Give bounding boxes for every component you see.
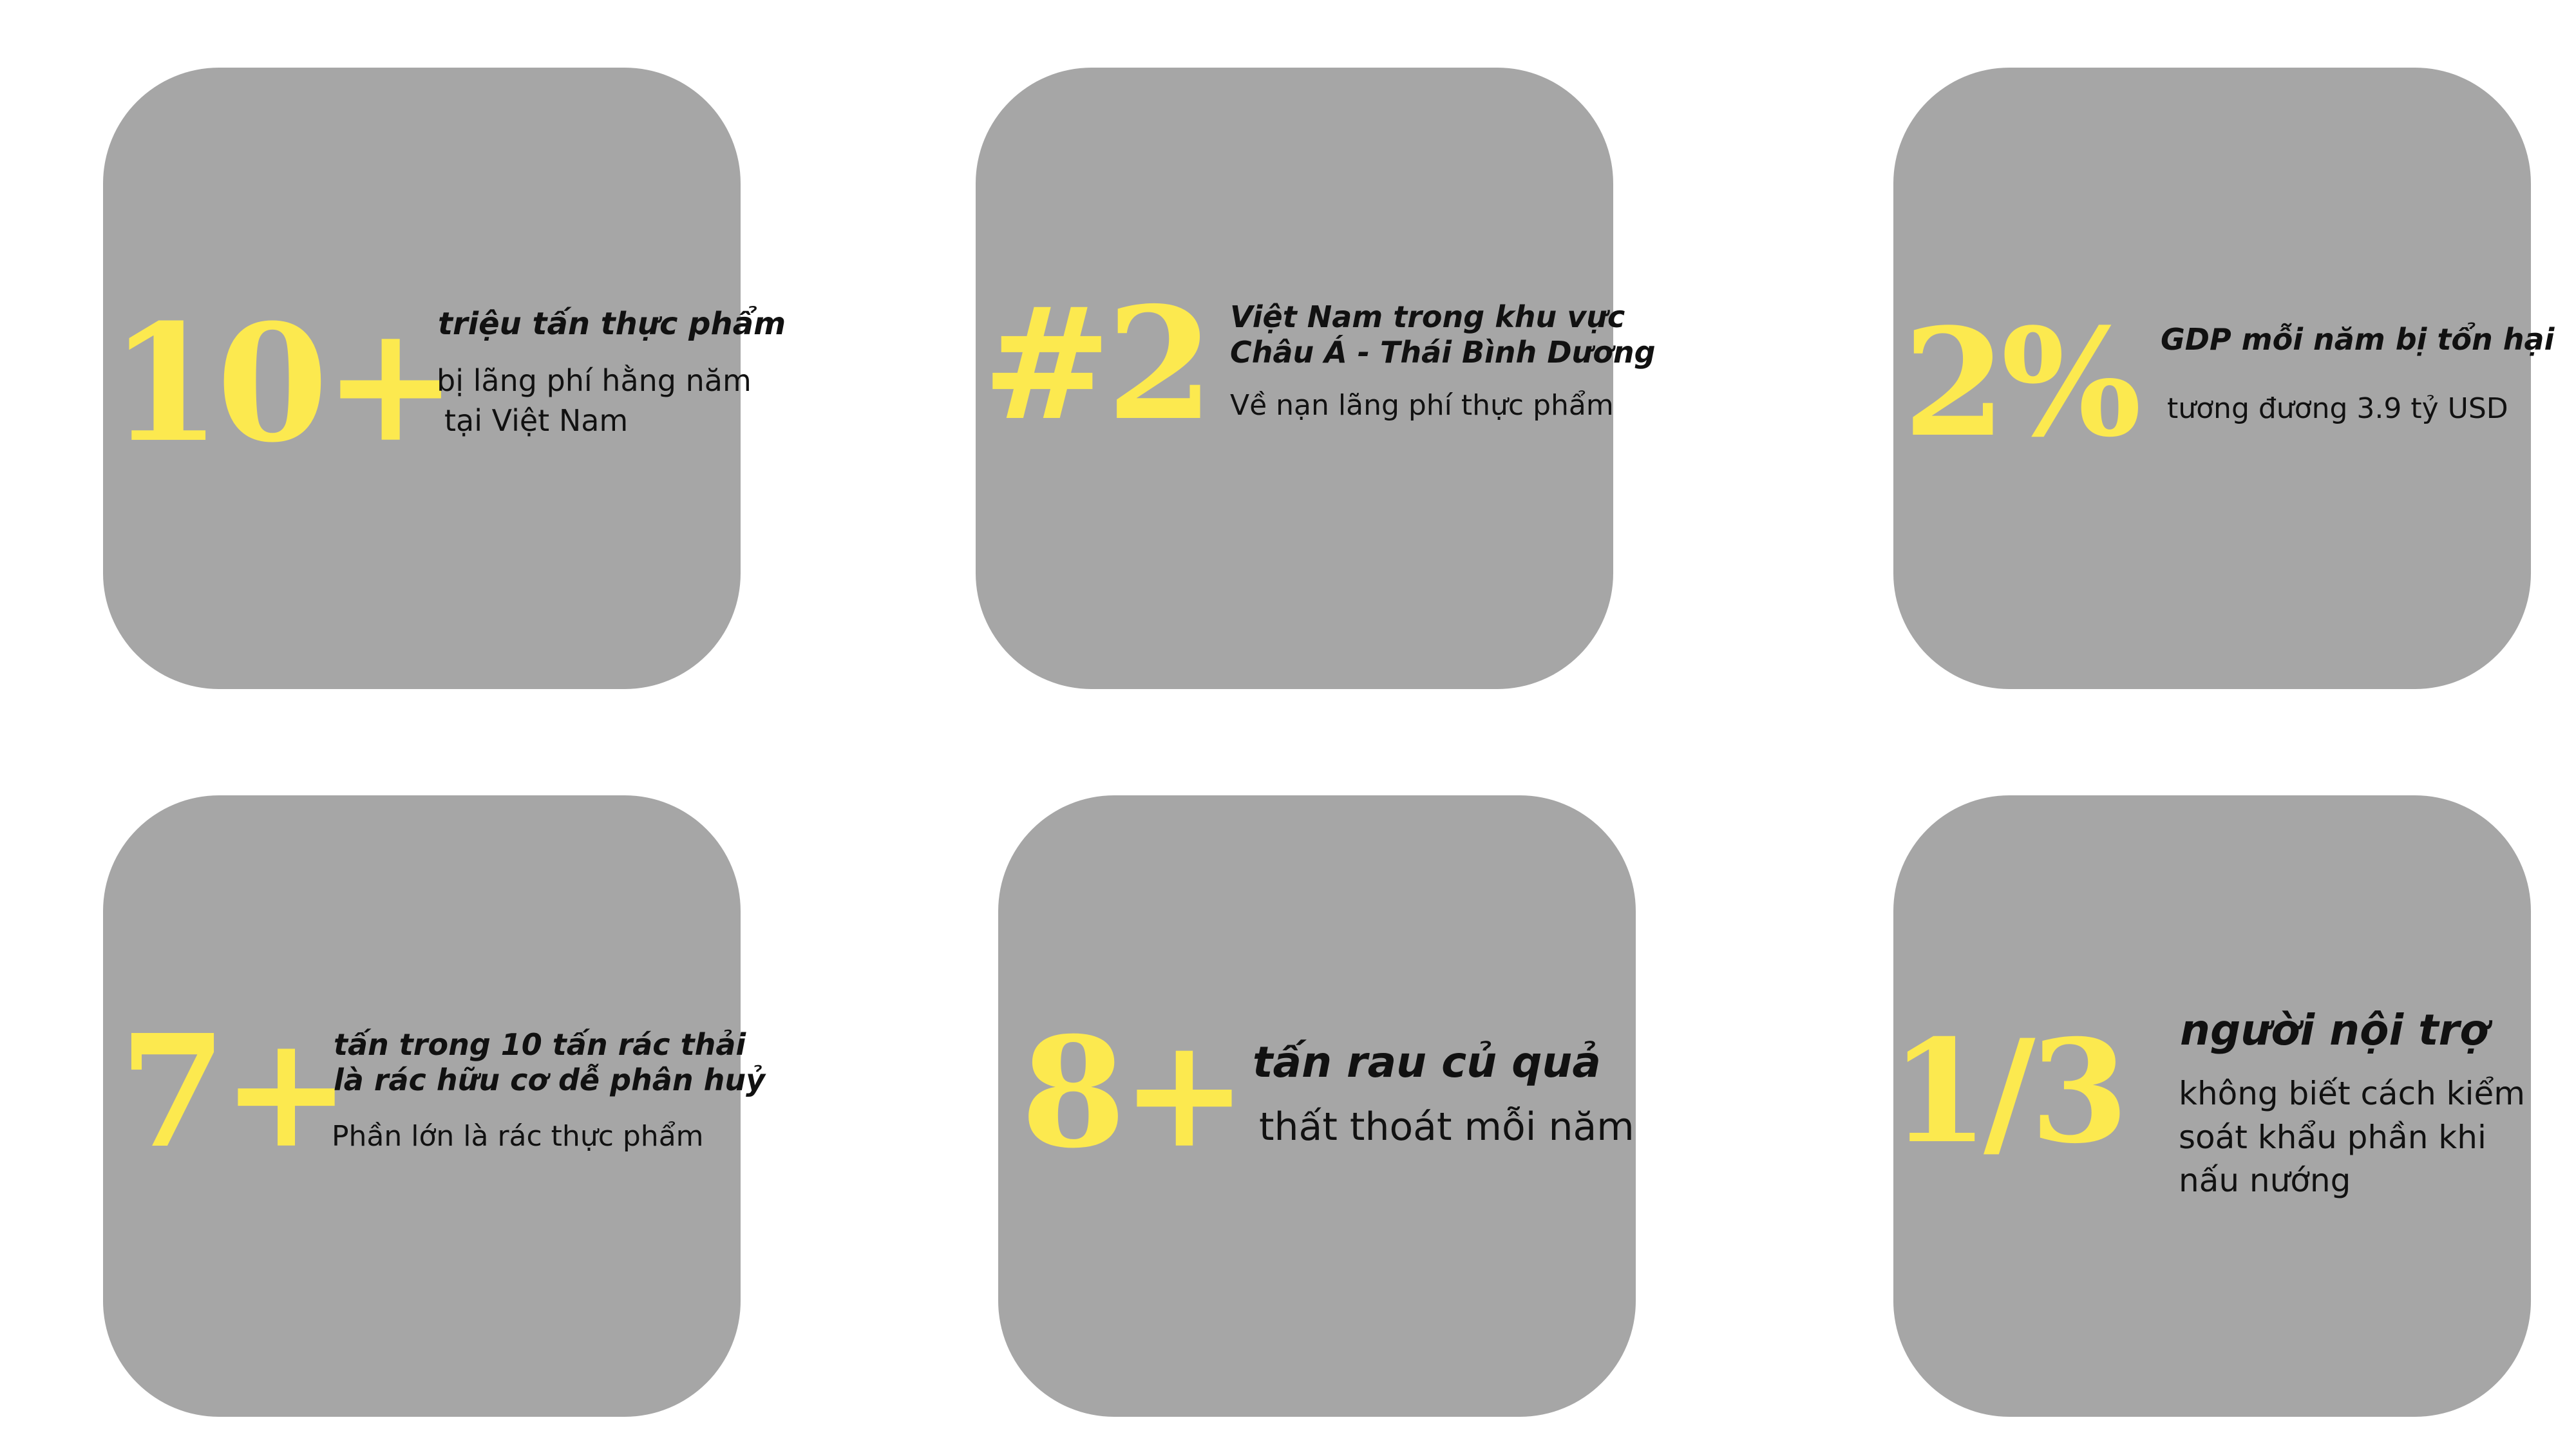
stat-heading-line: người nội trợ — [2180, 1005, 2489, 1055]
stat-description-line: Về nạn lãng phí thực phẩm — [1230, 389, 1614, 422]
stat-heading: người nội trợ — [2180, 1005, 2489, 1056]
stat-description-line: thất thoát mỗi năm — [1259, 1104, 1634, 1150]
stat-description-line: không biết cách kiểm — [2179, 1075, 2525, 1112]
stat-description-line: nấu nướng — [2179, 1162, 2351, 1199]
stat-number: 7+ — [119, 1001, 351, 1182]
stat-heading-line: Châu Á - Thái Bình Dương — [1230, 335, 1656, 370]
stat-description-line: Phần lớn là rác thực phẩm — [332, 1120, 704, 1153]
stat-description: Phần lớn là rác thực phẩm — [332, 1117, 704, 1155]
stat-number: 8+ — [1021, 1004, 1247, 1182]
stat-heading-line: GDP mỗi năm bị tổn hại — [2161, 322, 2555, 357]
stat-heading-line: là rác hữu cơ dễ phân huỷ — [334, 1063, 766, 1098]
stat-description-line: tương đương 3.9 tỷ USD — [2167, 392, 2508, 425]
stat-heading: tấn rau củ quả — [1253, 1037, 1601, 1088]
stat-description-line: tại Việt Nam — [444, 403, 629, 439]
stat-heading-line: tấn trong 10 tấn rác thải — [334, 1027, 746, 1062]
stat-description: thất thoát mỗi năm — [1259, 1101, 1634, 1153]
stat-description-line: bị lãng phí hằng năm — [437, 363, 752, 398]
stat-heading: GDP mỗi năm bị tổn hại — [2161, 322, 2554, 357]
stat-number: #2 — [982, 273, 1214, 455]
stat-number: 10+ — [109, 289, 458, 478]
stat-description-line: soát khẩu phần khi — [2179, 1118, 2486, 1156]
stat-description: Về nạn lãng phí thực phẩm — [1230, 386, 1614, 424]
stat-description: không biết cách kiểm soát khẩu phần khi … — [2179, 1072, 2525, 1203]
stat-description: bị lãng phí hằng năm tại Việt Nam — [437, 361, 752, 440]
stat-heading-line: triệu tấn thực phẩm — [438, 306, 786, 342]
stat-number: 1/3 — [1890, 1008, 2129, 1175]
stat-heading: Việt Nam trong khu vực Châu Á - Thái Bìn… — [1230, 299, 1656, 370]
stat-heading-line: Việt Nam trong khu vực — [1230, 299, 1625, 334]
stat-heading-line: tấn rau củ quả — [1253, 1037, 1601, 1087]
stat-heading: triệu tấn thực phẩm — [438, 306, 786, 343]
stat-number: 2% — [1903, 296, 2142, 470]
stat-heading: tấn trong 10 tấn rác thải là rác hữu cơ … — [334, 1027, 765, 1098]
stat-description: tương đương 3.9 tỷ USD — [2167, 390, 2508, 428]
